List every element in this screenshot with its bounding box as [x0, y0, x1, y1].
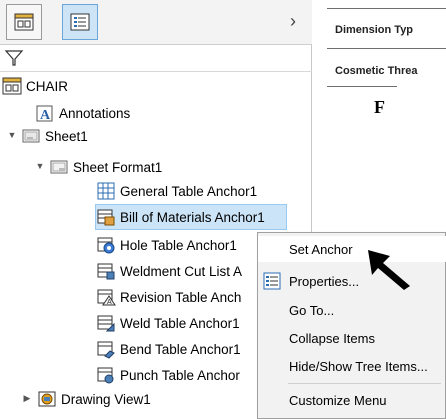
doc-row-label: Dimension Typ — [335, 24, 414, 36]
tree-item-label: Weld Table Anchor1 — [120, 315, 240, 331]
menu-item-go-to[interactable]: Go To... — [258, 297, 446, 323]
filter-bar[interactable] — [0, 44, 312, 72]
tree-item-label: Weldment Cut List A — [120, 263, 243, 279]
properties-icon — [263, 272, 281, 290]
tree-item-bend-table-anchor[interactable]: Bend Table Anchor1 — [96, 337, 241, 361]
tree-item-weld-table-anchor[interactable]: Weld Table Anchor1 — [96, 311, 240, 335]
chevron-right-icon[interactable]: › — [282, 10, 304, 32]
tab-feature-tree[interactable] — [62, 4, 98, 40]
menu-item-customize-menu[interactable]: Customize Menu — [258, 387, 446, 413]
menu-item-set-anchor[interactable]: Set Anchor — [258, 236, 446, 262]
menu-item-properties[interactable]: Properties... — [258, 268, 446, 294]
tree-item-label: Annotations — [59, 105, 131, 121]
tree-item-label: Bill of Materials Anchor1 — [120, 209, 265, 225]
tree-item-label: Drawing View1 — [61, 391, 151, 407]
revision-table-icon: A — [97, 289, 116, 306]
bend-table-icon — [97, 341, 115, 359]
hole-table-icon — [97, 237, 115, 254]
doc-rule — [327, 86, 397, 87]
menu-item-label: Go To... — [289, 302, 335, 318]
tree-item-punch-table-anchor[interactable]: Punch Table Anchor — [96, 363, 240, 387]
general-table-icon — [97, 182, 115, 200]
tree-item-drawing-view[interactable]: Drawing View1 — [37, 387, 151, 411]
pointer-arrow-icon — [368, 250, 410, 290]
doc-row-label: Cosmetic Threa — [335, 65, 418, 77]
menu-item-hide-show-tree-items[interactable]: Hide/Show Tree Items... — [258, 353, 446, 379]
tree-item-weldment-cut-list-anchor[interactable]: Weldment Cut List A — [96, 259, 242, 283]
tree-item-label: Revision Table Anch — [120, 289, 242, 305]
chevron-down-icon[interactable]: ▼ — [6, 130, 18, 140]
menu-item-label: Set Anchor — [289, 241, 353, 257]
doc-figure-caption: F — [374, 97, 385, 117]
tree-item-revision-table-anchor[interactable]: A Revision Table Anch — [96, 285, 241, 309]
menu-item-label: Customize Menu — [289, 392, 387, 408]
bom-table-icon — [97, 209, 115, 226]
menu-separator — [288, 383, 441, 384]
tree-item-sheet-format[interactable]: Sheet Format1 — [49, 155, 162, 179]
tree-item-label: Sheet1 — [45, 128, 88, 144]
annotations-icon: A — [36, 105, 53, 123]
weldment-table-icon — [97, 263, 115, 280]
weld-table-icon — [97, 315, 115, 332]
tree-item-label: Bend Table Anchor1 — [120, 341, 241, 357]
drawing-icon — [2, 77, 22, 95]
tree-item-hole-table-anchor[interactable]: Hole Table Anchor1 — [96, 233, 237, 257]
tree-item-sheet[interactable]: Sheet1 — [21, 124, 88, 148]
tree-item-label: CHAIR — [26, 78, 69, 94]
punch-table-icon — [97, 367, 114, 384]
tree-item-general-table-anchor[interactable]: General Table Anchor1 — [96, 179, 257, 203]
menu-item-label: Collapse Items — [289, 330, 375, 346]
doc-rule — [327, 8, 446, 9]
tree-item-label: Punch Table Anchor — [120, 367, 240, 383]
drawing-icon — [14, 13, 34, 31]
tree-item-label: Hole Table Anchor1 — [120, 237, 237, 253]
menu-item-label: Properties... — [289, 273, 360, 289]
tree-root-item[interactable]: CHAIR — [2, 74, 68, 98]
svg-text:A: A — [107, 299, 112, 306]
background-document: Dimension Typ Cosmetic Threa — [313, 0, 446, 100]
svg-text:A: A — [40, 108, 51, 123]
tree-item-bom-anchor[interactable]: Bill of Materials Anchor1 — [95, 204, 287, 230]
sheet-format-icon — [50, 160, 68, 174]
tree-list-icon — [70, 13, 90, 31]
tree-item-label: Sheet Format1 — [73, 159, 163, 175]
drawing-view-icon — [38, 391, 56, 407]
panel-tab-bar: › — [0, 0, 312, 45]
sheet-icon — [22, 129, 40, 143]
menu-item-label: Hide/Show Tree Items... — [289, 358, 428, 374]
filter-icon[interactable] — [4, 48, 24, 68]
menu-item-collapse-items[interactable]: Collapse Items — [258, 325, 446, 351]
tree-item-annotations[interactable]: A Annotations — [35, 101, 130, 125]
context-menu: Set Anchor Properties... Go To... Collap… — [257, 232, 446, 419]
doc-rule — [327, 48, 446, 49]
tab-property-manager[interactable] — [6, 4, 42, 40]
chevron-right-icon[interactable]: ▶ — [21, 393, 33, 404]
chevron-down-icon[interactable]: ▼ — [34, 161, 46, 171]
tree-item-label: General Table Anchor1 — [120, 183, 258, 199]
